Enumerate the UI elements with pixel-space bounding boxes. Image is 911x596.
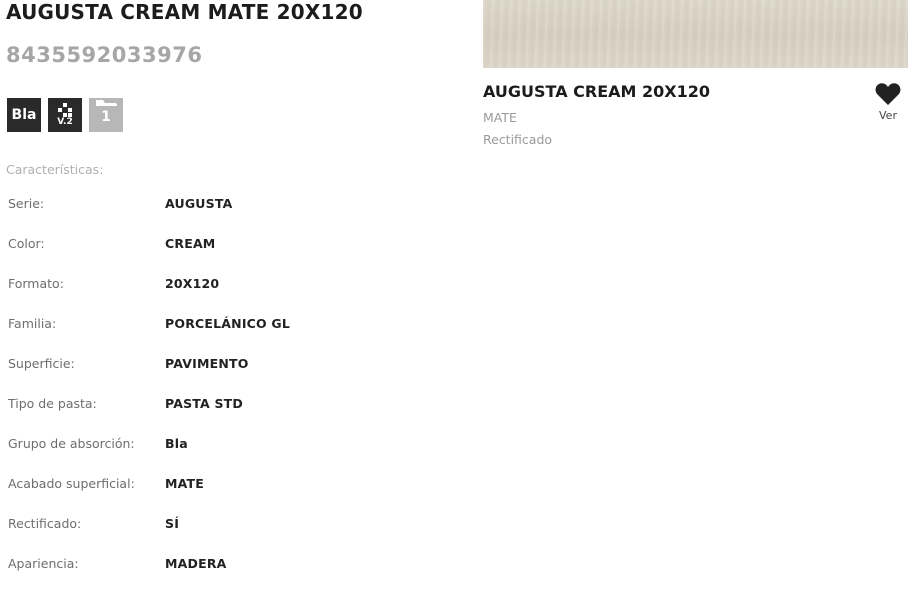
traffic-badge: 1 [89,98,123,132]
spec-key: Superficie: [8,356,75,371]
spec-row: Acabado superficial: MATE [8,476,428,516]
spec-row: Tipo de pasta: PASTA STD [8,396,428,436]
spec-row: Formato: 20X120 [8,276,428,316]
spec-key: Tipo de pasta: [8,396,97,411]
spec-value: MADERA [165,556,227,571]
badge-group: Bla V.2 1 [7,98,123,132]
spec-key: Familia: [8,316,57,331]
shoe-icon [96,100,117,106]
related-product-title[interactable]: AUGUSTA CREAM 20X120 [483,82,710,101]
spec-row: Rectificado: SÍ [8,516,428,556]
spec-key: Rectificado: [8,516,82,531]
spec-key: Grupo de absorción: [8,436,135,451]
spec-value: PORCELÁNICO GL [165,316,291,331]
heart-icon [875,83,901,105]
specs-table: Serie: AUGUSTA Color: CREAM Formato: 20X… [8,196,428,596]
spec-value: 20X120 [165,276,220,291]
variation-badge-label: V.2 [57,117,73,127]
spec-value: MATE [165,476,205,491]
spec-key: Apariencia: [8,556,79,571]
spec-value: SÍ [165,516,180,531]
favorite-button[interactable]: Ver [873,82,903,122]
product-ean: 8435592033976 [6,43,203,67]
spec-row: Serie: AUGUSTA [8,196,428,236]
variation-badge: V.2 [48,98,82,132]
absorption-badge: Bla [7,98,41,132]
spec-key: Formato: [8,276,64,291]
spec-row: Grupo de absorción: Bla [8,436,428,476]
pattern-variation-icon [58,103,72,117]
spec-row: Familia: PORCELÁNICO GL [8,316,428,356]
spec-key: Color: [8,236,45,251]
absorption-badge-label: Bla [11,107,37,123]
traffic-badge-label: 1 [101,109,111,125]
related-product-rectified: Rectificado [483,132,553,147]
spec-row: Color: CREAM [8,236,428,276]
spec-row: Superficie: PAVIMENTO [8,356,428,396]
spec-value: CREAM [165,236,216,251]
favorite-label: Ver [879,109,897,122]
spec-value: PASTA STD [165,396,243,411]
specs-heading: Características: [6,162,104,177]
spec-row: Apariencia: MADERA [8,556,428,596]
spec-key: Serie: [8,196,45,211]
spec-value: Bla [165,436,188,451]
spec-value: PAVIMENTO [165,356,249,371]
product-thumbnail[interactable] [483,0,908,68]
related-product-finish: MATE [483,110,517,125]
product-title: AUGUSTA CREAM MATE 20X120 [6,0,363,24]
spec-key: Acabado superficial: [8,476,135,491]
spec-value: AUGUSTA [165,196,233,211]
